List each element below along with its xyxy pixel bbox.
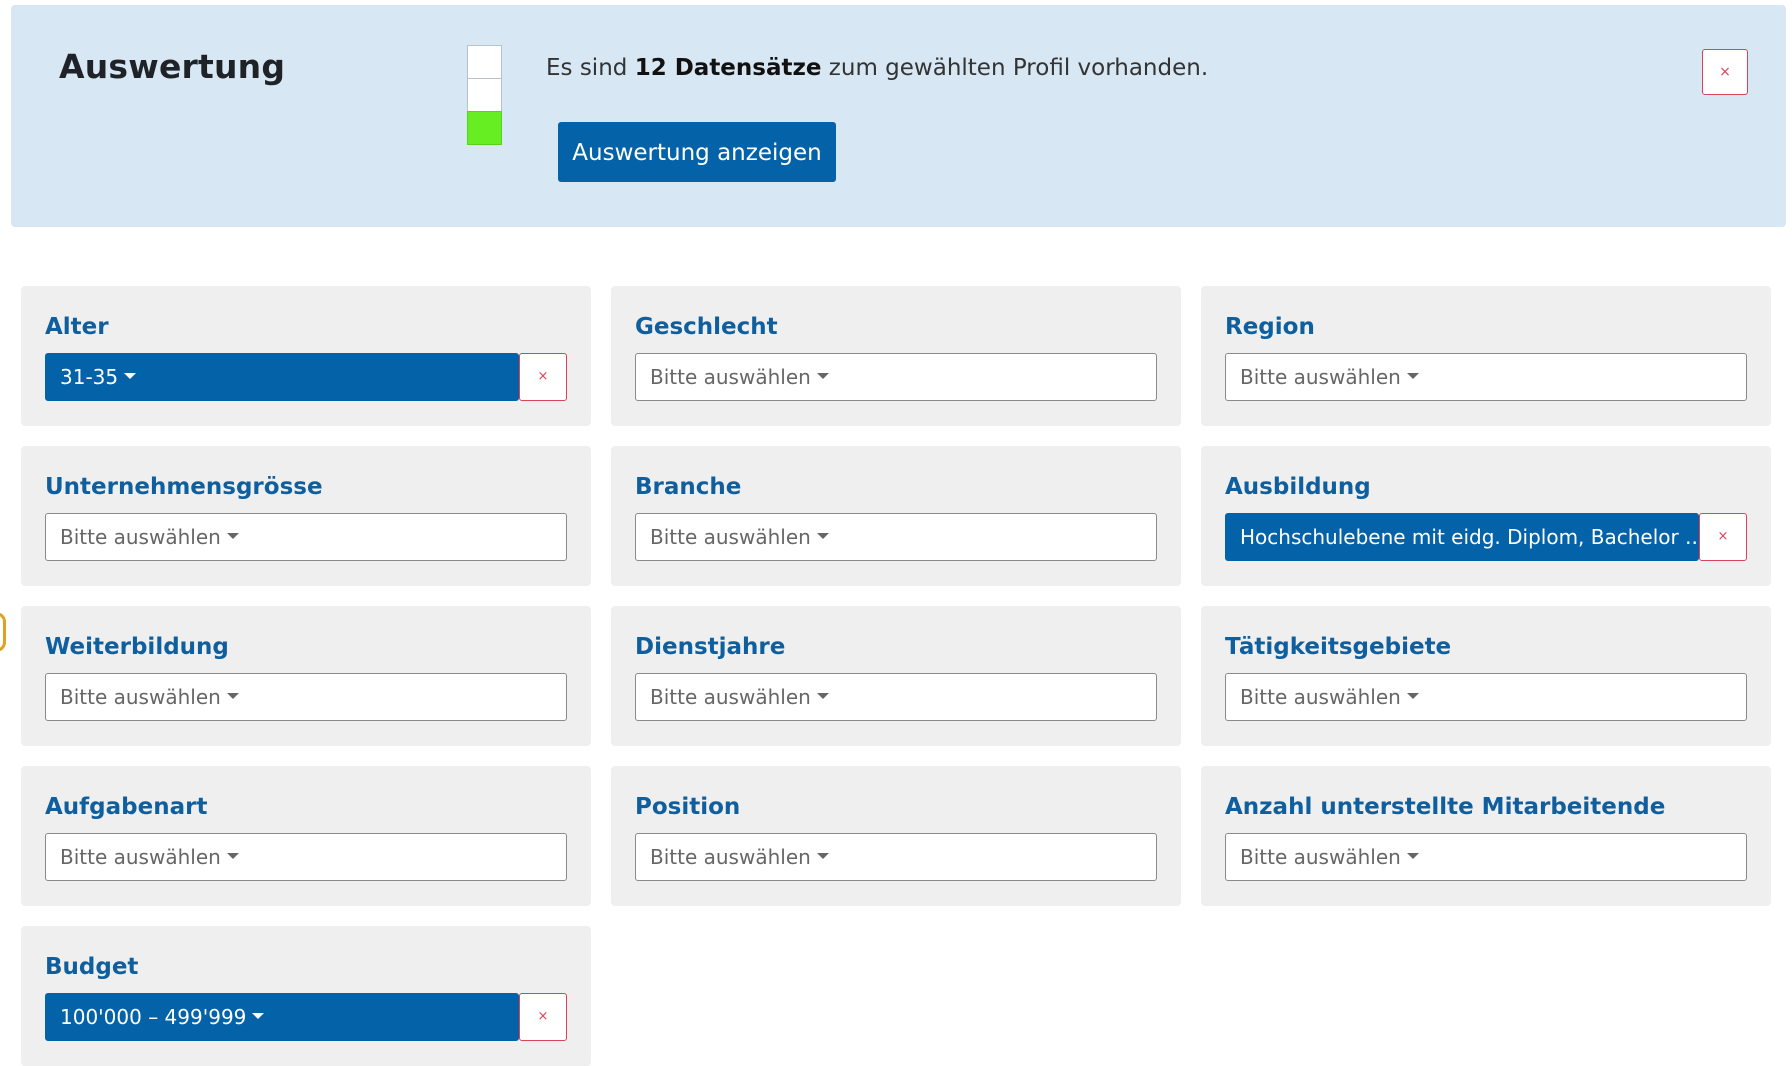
filter-dropdown-geschlecht[interactable]: Bitte auswählen: [635, 353, 1157, 401]
filter-label: Branche: [635, 474, 742, 500]
close-icon: ×: [537, 1009, 549, 1024]
dropdown-value: Bitte auswählen: [60, 525, 221, 549]
close-icon: ×: [1719, 64, 1731, 80]
evaluation-banner: Auswertung Es sind 12 Datensätze zum gew…: [11, 5, 1786, 227]
dropdown-value: 100'000 – 499'999: [60, 1005, 247, 1029]
dropdown-value: Bitte auswählen: [650, 525, 811, 549]
dropdown-value: Bitte auswählen: [60, 845, 221, 869]
filter-label: Alter: [45, 314, 109, 340]
caret-down-icon: [816, 532, 829, 539]
filter-card-tätigkeitsgebiete: Tätigkeitsgebiete Bitte auswählen: [1201, 606, 1771, 746]
clear-filter-button[interactable]: ×: [519, 993, 567, 1041]
show-evaluation-button[interactable]: Auswertung anzeigen: [558, 122, 836, 182]
filter-dropdown-dienstjahre[interactable]: Bitte auswählen: [635, 673, 1157, 721]
caret-down-icon: [252, 1012, 265, 1019]
dropdown-value: 31-35: [60, 365, 119, 389]
caret-down-icon: [226, 532, 239, 539]
clear-filter-button[interactable]: ×: [519, 353, 567, 401]
dropdown-value: Bitte auswählen: [60, 685, 221, 709]
filter-dropdown-anzahl-unterstellte-mitarbeitende[interactable]: Bitte auswählen: [1225, 833, 1747, 881]
dropdown-value: Bitte auswählen: [650, 685, 811, 709]
caret-down-icon: [226, 852, 239, 859]
filter-card-region: Region Bitte auswählen: [1201, 286, 1771, 426]
filter-card-alter: Alter 31-35 ×: [21, 286, 591, 426]
indicator-cell-middle: [467, 78, 502, 111]
filter-dropdown-alter[interactable]: 31-35: [45, 353, 519, 401]
close-icon: ×: [1717, 529, 1729, 544]
filter-dropdown-unternehmensgrösse[interactable]: Bitte auswählen: [45, 513, 567, 561]
filter-dropdown-region[interactable]: Bitte auswählen: [1225, 353, 1747, 401]
filter-dropdown-branche[interactable]: Bitte auswählen: [635, 513, 1157, 561]
dropdown-value: Bitte auswählen: [1240, 365, 1401, 389]
filter-label: Anzahl unterstellte Mitarbeitende: [1225, 794, 1666, 820]
filter-card-aufgabenart: Aufgabenart Bitte auswählen: [21, 766, 591, 906]
filter-dropdown-budget[interactable]: 100'000 – 499'999: [45, 993, 519, 1041]
filter-label: Tätigkeitsgebiete: [1225, 634, 1452, 660]
filter-label: Weiterbildung: [45, 634, 229, 660]
filter-dropdown-ausbildung[interactable]: Hochschulebene mit eidg. Diplom, Bachelo…: [1225, 513, 1699, 561]
filter-dropdown-position[interactable]: Bitte auswählen: [635, 833, 1157, 881]
filter-card-dienstjahre: Dienstjahre Bitte auswählen: [611, 606, 1181, 746]
filter-label: Dienstjahre: [635, 634, 786, 660]
filter-label: Region: [1225, 314, 1315, 340]
record-count: 12 Datensätze: [634, 55, 822, 81]
result-count-text: Es sind 12 Datensätze zum gewählten Prof…: [546, 55, 1208, 81]
caret-down-icon: [1406, 372, 1419, 379]
filter-dropdown-weiterbildung[interactable]: Bitte auswählen: [45, 673, 567, 721]
result-count-indicator: [467, 45, 502, 145]
clear-filter-button[interactable]: ×: [1699, 513, 1747, 561]
filter-card-weiterbildung: Weiterbildung Bitte auswählen: [21, 606, 591, 746]
banner-title: Auswertung: [59, 47, 286, 86]
filter-dropdown-tätigkeitsgebiete[interactable]: Bitte auswählen: [1225, 673, 1747, 721]
result-text-suffix: zum gewählten Profil vorhanden.: [821, 55, 1209, 81]
edge-marker: [0, 612, 6, 652]
filter-dropdown-aufgabenart[interactable]: Bitte auswählen: [45, 833, 567, 881]
indicator-cell-bottom: [467, 111, 502, 145]
filter-card-geschlecht: Geschlecht Bitte auswählen: [611, 286, 1181, 426]
filter-label: Unternehmensgrösse: [45, 474, 323, 500]
filter-card-branche: Branche Bitte auswählen: [611, 446, 1181, 586]
dropdown-value: Hochschulebene mit eidg. Diplom, Bachelo…: [1240, 525, 1699, 549]
caret-down-icon: [816, 692, 829, 699]
close-icon: ×: [537, 369, 549, 384]
caret-down-icon: [1406, 692, 1419, 699]
filter-label: Position: [635, 794, 741, 820]
caret-down-icon: [1406, 852, 1419, 859]
filter-label: Geschlecht: [635, 314, 778, 340]
dropdown-value: Bitte auswählen: [1240, 845, 1401, 869]
filter-label: Ausbildung: [1225, 474, 1371, 500]
result-text-prefix: Es sind: [546, 55, 635, 81]
filter-card-unternehmensgrösse: Unternehmensgrösse Bitte auswählen: [21, 446, 591, 586]
indicator-cell-top: [467, 45, 502, 78]
caret-down-icon: [226, 692, 239, 699]
caret-down-icon: [124, 372, 137, 379]
filter-label: Budget: [45, 954, 139, 980]
dropdown-value: Bitte auswählen: [650, 365, 811, 389]
filter-card-ausbildung: Ausbildung Hochschulebene mit eidg. Diplo…: [1201, 446, 1771, 586]
filter-card-budget: Budget 100'000 – 499'999 ×: [21, 926, 591, 1066]
filter-card-anzahl-unterstellte-mitarbeitende: Anzahl unterstellte Mitarbeitende Bitte a…: [1201, 766, 1771, 906]
dropdown-value: Bitte auswählen: [1240, 685, 1401, 709]
filter-label: Aufgabenart: [45, 794, 208, 820]
close-banner-button[interactable]: ×: [1702, 49, 1748, 95]
filter-card-position: Position Bitte auswählen: [611, 766, 1181, 906]
caret-down-icon: [816, 372, 829, 379]
caret-down-icon: [816, 852, 829, 859]
dropdown-value: Bitte auswählen: [650, 845, 811, 869]
